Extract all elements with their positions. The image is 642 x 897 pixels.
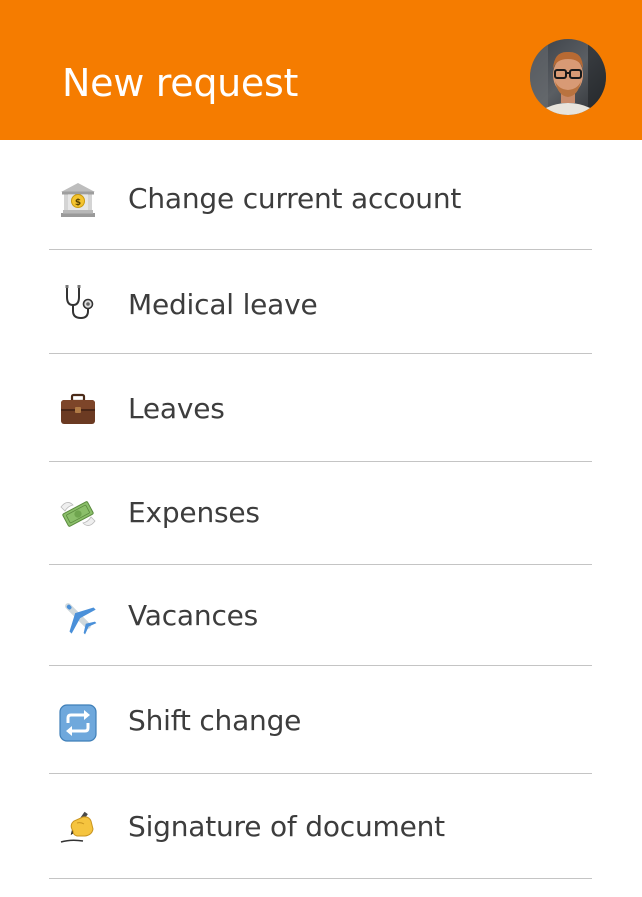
request-type-list: $ Change current account Medical leave L… bbox=[49, 140, 592, 879]
request-item-medical-leave[interactable]: Medical leave bbox=[49, 250, 592, 354]
request-item-label: Shift change bbox=[128, 704, 302, 737]
repeat-arrows-icon bbox=[59, 704, 97, 742]
bank-icon: $ bbox=[59, 181, 97, 219]
request-item-label: Signature of document bbox=[128, 810, 445, 843]
stethoscope-icon bbox=[59, 283, 97, 321]
request-item-shift-change[interactable]: Shift change bbox=[49, 666, 592, 774]
money-with-wings-icon bbox=[59, 495, 97, 533]
request-item-label: Change current account bbox=[128, 182, 462, 215]
writing-hand-icon bbox=[59, 809, 97, 847]
request-item-vacances[interactable]: Vacances bbox=[49, 565, 592, 666]
request-item-signature-of-document[interactable]: Signature of document bbox=[49, 774, 592, 879]
request-item-label: Vacances bbox=[128, 599, 259, 632]
page-title: New request bbox=[62, 61, 299, 105]
request-item-label: Leaves bbox=[128, 392, 225, 425]
avatar-photo-icon bbox=[530, 39, 606, 115]
request-item-label: Expenses bbox=[128, 496, 260, 529]
airplane-icon bbox=[59, 597, 97, 635]
request-item-change-current-account[interactable]: $ Change current account bbox=[49, 140, 592, 250]
request-item-expenses[interactable]: Expenses bbox=[49, 462, 592, 565]
user-avatar[interactable] bbox=[530, 39, 606, 115]
request-item-label: Medical leave bbox=[128, 288, 318, 321]
app-header: New request bbox=[0, 0, 642, 140]
svg-text:$: $ bbox=[75, 198, 81, 208]
briefcase-icon bbox=[59, 390, 97, 428]
request-item-leaves[interactable]: Leaves bbox=[49, 354, 592, 462]
